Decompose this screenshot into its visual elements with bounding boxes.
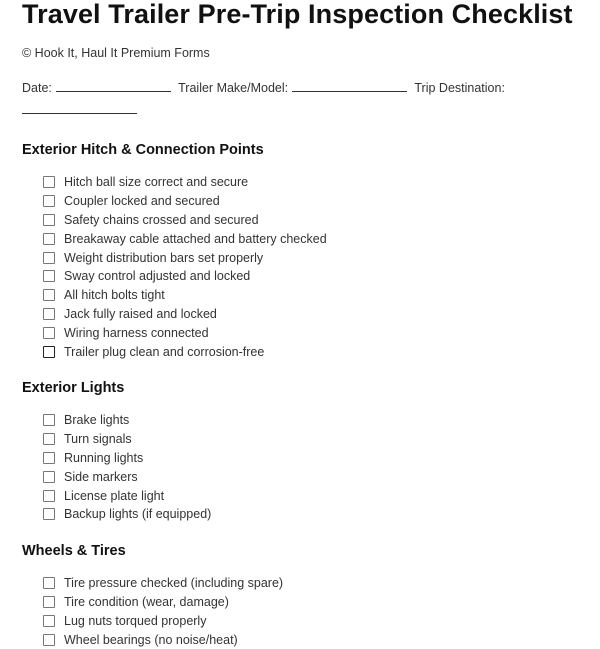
trip-destination-label: Trip Destination: xyxy=(414,81,505,95)
checklist-item-label: Tire condition (wear, damage) xyxy=(64,594,229,609)
checkbox[interactable] xyxy=(43,508,55,521)
checklist-item-label: Hitch ball size correct and secure xyxy=(64,175,249,190)
checkbox[interactable] xyxy=(43,633,55,646)
checklist-item[interactable]: Tire condition (wear, damage) xyxy=(43,593,578,612)
checklist-item-label: All hitch bolts tight xyxy=(64,288,165,303)
section-exterior-hitch: Exterior Hitch & Connection Points Hitch… xyxy=(22,141,578,361)
checklist-item-label: Safety chains crossed and secured xyxy=(64,212,259,227)
checklist-item-label: Weight distribution bars set properly xyxy=(64,250,264,265)
checklist-item-label: Brake lights xyxy=(64,413,130,428)
checkbox[interactable] xyxy=(43,326,55,339)
checklist-item-label: Wheel bearings (no noise/heat) xyxy=(64,632,238,647)
checklist-item[interactable]: Side markers xyxy=(43,467,578,486)
checklist: Hitch ball size correct and secure Coupl… xyxy=(22,173,578,361)
checklist-item[interactable]: License plate light xyxy=(43,486,578,505)
checkbox[interactable] xyxy=(43,614,55,627)
date-blank-field[interactable] xyxy=(55,79,171,92)
checklist-item-label: Wiring harness connected xyxy=(64,325,209,340)
section-heading: Wheels & Tires xyxy=(22,542,126,559)
trip-destination-blank-field[interactable] xyxy=(22,101,137,114)
checkbox[interactable] xyxy=(43,289,55,302)
checkbox[interactable] xyxy=(43,345,55,358)
checklist-item-label: Running lights xyxy=(64,450,144,465)
checklist-item-label: Trailer plug clean and corrosion-free xyxy=(64,344,265,359)
checkbox[interactable] xyxy=(43,195,55,208)
date-label: Date: xyxy=(22,81,52,95)
checklist-item[interactable]: Sway control adjusted and locked xyxy=(43,267,578,286)
checklist-item[interactable]: Wiring harness connected xyxy=(43,323,578,342)
checklist-item[interactable]: Safety chains crossed and secured xyxy=(43,211,578,230)
page-title: Travel Trailer Pre-Trip Inspection Check… xyxy=(22,0,573,29)
checklist-item[interactable]: Brake lights xyxy=(43,411,578,430)
checklist-item[interactable]: Trailer plug clean and corrosion-free xyxy=(43,342,578,361)
checklist-item-label: Turn signals xyxy=(64,432,132,447)
checkbox[interactable] xyxy=(43,470,55,483)
checklist-item-label: Side markers xyxy=(64,469,138,484)
checklist-page: Travel Trailer Pre-Trip Inspection Check… xyxy=(0,0,600,649)
checklist-item[interactable]: Hitch ball size correct and secure xyxy=(43,173,578,192)
checkbox[interactable] xyxy=(43,489,55,502)
checkbox[interactable] xyxy=(43,270,55,283)
checkbox[interactable] xyxy=(43,232,55,245)
section-heading: Exterior Lights xyxy=(22,379,125,396)
checklist-item[interactable]: Breakaway cable attached and battery che… xyxy=(43,229,578,248)
section-exterior-lights: Exterior Lights Brake lights Turn signal… xyxy=(22,379,578,524)
checkbox[interactable] xyxy=(43,176,55,189)
checklist-item[interactable]: Wheel bearings (no noise/heat) xyxy=(43,630,578,649)
section-wheels-tires: Wheels & Tires Tire pressure checked (in… xyxy=(22,542,578,649)
checkbox[interactable] xyxy=(43,414,55,427)
checklist-item-label: Lug nuts torqued properly xyxy=(64,613,207,628)
checkbox[interactable] xyxy=(43,595,55,608)
checkbox[interactable] xyxy=(43,307,55,320)
trip-info-fields: Date: Trailer Make/Model: Trip Destinati… xyxy=(22,77,578,121)
copyright-notice: © Hook It, Haul It Premium Forms xyxy=(22,46,210,60)
checklist-item-label: Jack fully raised and locked xyxy=(64,306,217,321)
checklist-item-label: Tire pressure checked (including spare) xyxy=(64,576,284,591)
checkbox[interactable] xyxy=(43,251,55,264)
checklist-item[interactable]: All hitch bolts tight xyxy=(43,286,578,305)
checkbox[interactable] xyxy=(43,433,55,446)
checklist-item[interactable]: Coupler locked and secured xyxy=(43,192,578,211)
checkbox[interactable] xyxy=(43,451,55,464)
checklist-item[interactable]: Tire pressure checked (including spare) xyxy=(43,574,578,593)
checklist-item-label: Backup lights (if equipped) xyxy=(64,507,212,522)
checklist-item-label: License plate light xyxy=(64,488,165,503)
checkbox[interactable] xyxy=(43,213,55,226)
section-heading: Exterior Hitch & Connection Points xyxy=(22,142,264,158)
checklist: Tire pressure checked (including spare) … xyxy=(22,574,578,649)
checklist: Brake lights Turn signals Running lights… xyxy=(22,411,578,524)
checklist-item[interactable]: Turn signals xyxy=(43,430,578,449)
checklist-item[interactable]: Backup lights (if equipped) xyxy=(43,505,578,524)
checkbox[interactable] xyxy=(43,577,55,590)
checklist-item-label: Sway control adjusted and locked xyxy=(64,269,251,284)
checklist-item[interactable]: Weight distribution bars set properly xyxy=(43,248,578,267)
checklist-item[interactable]: Jack fully raised and locked xyxy=(43,305,578,324)
checklist-item-label: Coupler locked and secured xyxy=(64,194,220,209)
trailer-model-label: Trailer Make/Model: xyxy=(178,81,289,95)
checklist-item[interactable]: Lug nuts torqued properly xyxy=(43,611,578,630)
checklist-item-label: Breakaway cable attached and battery che… xyxy=(64,231,327,246)
trailer-model-blank-field[interactable] xyxy=(292,79,408,92)
checklist-item[interactable]: Running lights xyxy=(43,449,578,468)
